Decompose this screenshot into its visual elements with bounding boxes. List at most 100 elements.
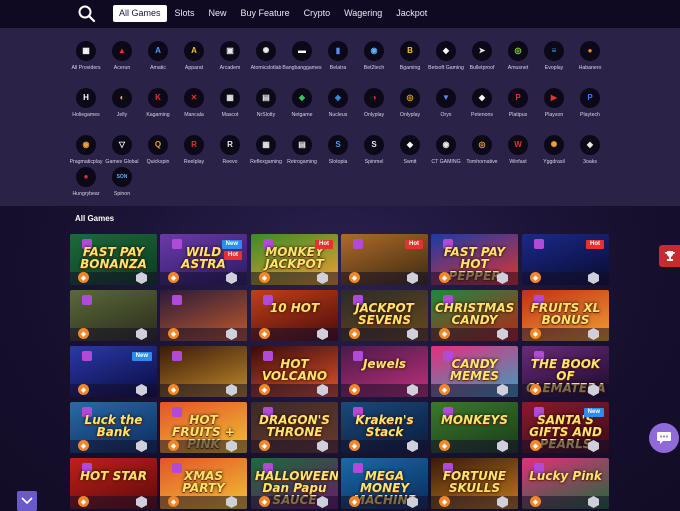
provider-logo-icon: ◎ — [508, 41, 528, 61]
game-tile[interactable]: XMAS PARTY ◆ — [160, 458, 247, 509]
game-tile[interactable]: MEGA MONEY MACHINE◆ — [341, 458, 428, 509]
game-title: HOT STAR — [79, 469, 148, 483]
game-tile[interactable]: WILD ASTRA New Hot ◆ — [160, 234, 247, 285]
game-title: CANDY MEMES — [450, 357, 499, 383]
game-title: Luck the Bank — [84, 413, 143, 439]
tab-buy-feature[interactable]: Buy Feature — [235, 5, 296, 22]
provider-logo-icon: S — [328, 135, 348, 155]
provider-item[interactable]: P Playtech — [568, 88, 612, 118]
game-title: FORTUNE SKULLS — [442, 469, 507, 495]
gem-icon: ◆ — [259, 496, 270, 507]
provider-label: Habanero — [578, 65, 602, 71]
gem-icon: ◆ — [530, 328, 541, 339]
provider-logo-icon: ▼ — [436, 88, 456, 108]
gem-icon: ◆ — [259, 440, 270, 451]
gem-icon: ◆ — [168, 496, 179, 507]
game-tile[interactable]: FRUITS XL BONUS ◆ — [522, 290, 609, 341]
gem-icon: ◆ — [78, 496, 89, 507]
provider-logo-icon: ▤ — [292, 135, 312, 155]
tab-all-games[interactable]: All Games — [113, 5, 167, 22]
provider-logo-icon: ▶ — [544, 88, 564, 108]
game-title: JACKPOT SEVENS — [355, 301, 414, 327]
game-tile[interactable]: Hot ◆ — [341, 234, 428, 285]
gem-icon: ◆ — [78, 272, 89, 283]
gem-icon: ◆ — [439, 328, 450, 339]
game-tile[interactable]: ◆ — [160, 346, 247, 397]
provider-item[interactable]: SON Spinon — [100, 167, 144, 197]
provider-logo-icon: ◆ — [472, 88, 492, 108]
game-tile[interactable]: FAST PAY BONANZA ◆ — [70, 234, 157, 285]
status-badge: New — [131, 352, 152, 361]
provider-logo-icon: A — [184, 41, 204, 61]
game-tile[interactable]: FAST PAY HOT PEPPER◆ — [431, 234, 518, 285]
game-title: XMAS PARTY — [182, 469, 225, 495]
gem-icon: ◆ — [439, 384, 450, 395]
game-tile[interactable]: THE BOOK OF CLEMATERA◆ — [522, 346, 609, 397]
status-badge: Hot — [405, 240, 423, 249]
game-title: DRAGON'S THRONE — [259, 413, 330, 439]
gem-icon: ◆ — [530, 496, 541, 507]
game-tile[interactable]: SANTA'S GIFTS AND PEARLSNew◆ — [522, 402, 609, 453]
search-icon[interactable] — [77, 4, 97, 24]
game-tile[interactable]: CHRISTMAS CANDY ◆ — [431, 290, 518, 341]
gem-icon: ◆ — [439, 440, 450, 451]
gem-icon: ◆ — [259, 384, 270, 395]
chat-button[interactable] — [649, 423, 679, 453]
game-tile[interactable]: Jewels ◆ — [341, 346, 428, 397]
game-tile[interactable]: HOT FRUITS + PINK◆ — [160, 402, 247, 453]
provider-logo-icon: R — [220, 135, 240, 155]
game-tile[interactable]: JACKPOT SEVENS ◆ — [341, 290, 428, 341]
trophy-icon — [664, 251, 675, 261]
game-tile[interactable]: DRAGON'S THRONE ◆ — [251, 402, 338, 453]
game-tile[interactable]: 10 HOT ◆ — [251, 290, 338, 341]
provider-mark-icon — [353, 239, 363, 249]
provider-logo-icon: ◈ — [328, 88, 348, 108]
game-tile[interactable]: HALLOWEEN Dan Papu SAUCE◆ — [251, 458, 338, 509]
game-tile[interactable]: HOT VOLCANO ◆ — [251, 346, 338, 397]
tab-wagering[interactable]: Wagering — [338, 5, 388, 22]
provider-logo-icon: ✺ — [256, 41, 276, 61]
gem-icon: ◆ — [349, 384, 360, 395]
gem-icon: ◆ — [349, 272, 360, 283]
provider-logo-icon: ▦ — [220, 88, 240, 108]
game-tile[interactable]: New ◆ — [70, 346, 157, 397]
tab-jackpot[interactable]: Jackpot — [390, 5, 433, 22]
games-section: All Games FAST PAY BONANZA ◆ WILD ASTRA New… — [0, 206, 680, 511]
game-tile[interactable]: Luck the Bank ◆ — [70, 402, 157, 453]
provider-item[interactable]: ● Habanero — [568, 41, 612, 71]
game-tile[interactable]: Lucky Pink ◆ — [522, 458, 609, 509]
provider-logo-icon: ◎ — [400, 88, 420, 108]
provider-logo-icon: P — [508, 88, 528, 108]
game-tile[interactable]: Hot ◆ — [522, 234, 609, 285]
game-tile[interactable]: Kraken's Stack ◆ — [341, 402, 428, 453]
status-badge: New — [221, 240, 242, 249]
section-title: All Games — [75, 214, 115, 223]
game-tile[interactable]: MONKEY JACKPOT Hot ◆ — [251, 234, 338, 285]
trophy-side-button[interactable] — [659, 245, 680, 267]
scroll-down-button[interactable] — [17, 491, 37, 511]
gem-icon: ◆ — [349, 440, 360, 451]
game-tile[interactable]: FORTUNE SKULLS ◆ — [431, 458, 518, 509]
game-title: MONKEYS — [440, 413, 508, 427]
tab-new[interactable]: New — [203, 5, 233, 22]
provider-label: 3oaks — [583, 159, 597, 165]
gem-icon: ◆ — [530, 440, 541, 451]
provider-logo-icon: Q — [148, 135, 168, 155]
game-tile[interactable]: MONKEYS ◆ — [431, 402, 518, 453]
provider-item[interactable]: ◆ 3oaks — [568, 135, 612, 165]
game-title: Kraken's Stack — [355, 413, 414, 439]
tab-slots[interactable]: Slots — [169, 5, 201, 22]
game-tile[interactable]: ◆ — [160, 290, 247, 341]
gem-icon: ◆ — [168, 440, 179, 451]
category-tabs: All Games Slots New Buy Feature Crypto W… — [113, 5, 435, 22]
game-tile[interactable]: ◆ — [70, 290, 157, 341]
tab-crypto[interactable]: Crypto — [298, 5, 337, 22]
provider-logo-icon: S — [364, 135, 384, 155]
game-tile[interactable]: HOT STAR ◆ — [70, 458, 157, 509]
provider-logo-icon: ◐ — [112, 88, 132, 108]
provider-logo-icon: ▣ — [220, 41, 240, 61]
provider-label: Playtech — [580, 112, 600, 118]
game-tile[interactable]: CANDY MEMES ◆ — [431, 346, 518, 397]
provider-logo-icon: ● — [580, 41, 600, 61]
provider-mark-icon — [534, 239, 544, 249]
